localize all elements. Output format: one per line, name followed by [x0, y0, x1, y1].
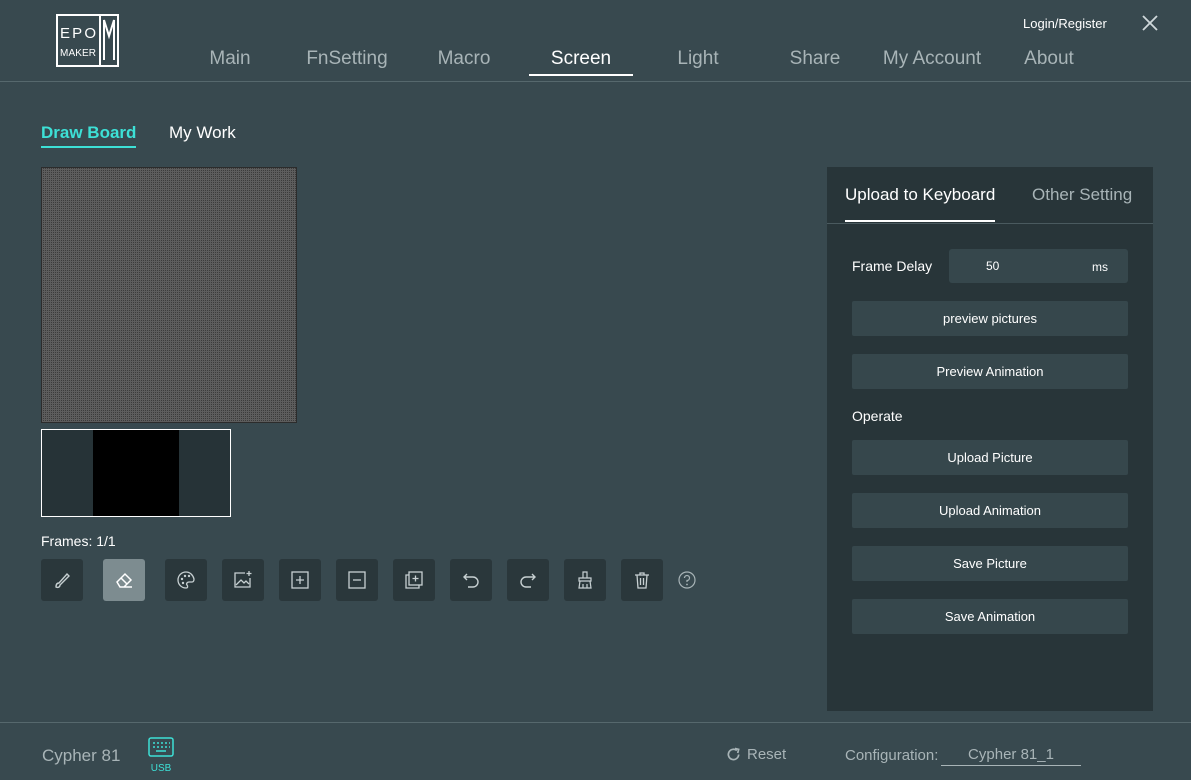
redo-icon	[520, 573, 536, 588]
import-image-button[interactable]	[222, 559, 264, 601]
save-animation-button[interactable]: Save Animation	[852, 599, 1128, 634]
image-add-icon	[234, 571, 252, 588]
reset-button[interactable]: Reset	[726, 746, 786, 763]
copy-frame-button[interactable]	[393, 559, 435, 601]
brush-icon	[55, 572, 70, 589]
preview-animation-button[interactable]: Preview Animation	[852, 354, 1128, 389]
clear-brush-icon	[578, 571, 592, 589]
palette-tool-button[interactable]	[165, 559, 207, 601]
configuration-selector[interactable]: Cypher 81_1	[941, 746, 1081, 766]
nav-tab-screen[interactable]: Screen	[529, 48, 633, 76]
upload-picture-button[interactable]: Upload Picture	[852, 440, 1128, 475]
usb-connection-indicator: USB	[148, 737, 174, 774]
add-frame-button[interactable]	[279, 559, 321, 601]
nav-tab-about[interactable]: About	[997, 48, 1101, 70]
close-icon[interactable]	[1139, 12, 1161, 34]
nav-tab-main[interactable]: Main	[178, 48, 282, 70]
nav-tab-light[interactable]: Light	[646, 48, 750, 70]
operate-label: Operate	[852, 408, 903, 424]
save-picture-button[interactable]: Save Picture	[852, 546, 1128, 581]
subtab-my-work[interactable]: My Work	[169, 123, 236, 143]
frame-delay-unit: ms	[1092, 260, 1108, 274]
usb-label: USB	[150, 763, 172, 774]
panel-divider	[827, 223, 1153, 224]
redo-button[interactable]	[507, 559, 549, 601]
eraser-tool-button[interactable]	[103, 559, 145, 601]
frame-delay-value: 50	[986, 259, 1000, 273]
undo-icon	[463, 573, 479, 588]
status-footer: Cypher 81 USB Reset Configuration: Cyphe…	[0, 722, 1191, 780]
undo-button[interactable]	[450, 559, 492, 601]
reset-label: Reset	[747, 746, 787, 763]
frames-counter: Frames: 1/1	[41, 533, 116, 549]
login-register-link[interactable]: Login/Register	[1023, 16, 1107, 31]
remove-frame-icon	[348, 571, 366, 589]
trash-icon	[635, 572, 649, 589]
main-nav: Main FnSetting Macro Screen Light Share …	[0, 48, 1191, 78]
help-icon[interactable]	[678, 571, 696, 589]
app-header: EPO MAKER Main FnSetting Macro Screen Li…	[0, 0, 1191, 82]
upload-settings-panel: Upload to Keyboard Other Setting Frame D…	[827, 167, 1153, 711]
nav-tab-macro[interactable]: Macro	[412, 48, 516, 70]
eraser-icon	[116, 572, 133, 588]
add-frame-icon	[291, 571, 309, 589]
brush-tool-button[interactable]	[41, 559, 83, 601]
svg-text:EPO: EPO	[60, 25, 96, 42]
preview-pictures-button[interactable]: preview pictures	[852, 301, 1128, 336]
upload-animation-button[interactable]: Upload Animation	[852, 493, 1128, 528]
nav-tab-my-account[interactable]: My Account	[880, 48, 984, 70]
frame-strip	[41, 429, 231, 517]
subtab-draw-board[interactable]: Draw Board	[41, 123, 137, 148]
refresh-icon	[727, 747, 740, 761]
frame-delay-input[interactable]: 50 ms	[949, 249, 1128, 283]
nav-tab-fnsetting[interactable]: FnSetting	[295, 48, 399, 70]
palette-icon	[177, 571, 195, 589]
frame-thumbnail[interactable]	[93, 430, 179, 516]
tab-other-setting[interactable]: Other Setting	[1032, 185, 1132, 205]
nav-tab-share[interactable]: Share	[763, 48, 867, 70]
device-name: Cypher 81	[42, 746, 121, 765]
configuration-label: Configuration:	[845, 747, 939, 764]
copy-frame-icon	[405, 571, 423, 589]
keyboard-icon	[148, 737, 174, 757]
pixel-draw-canvas[interactable]	[41, 167, 297, 423]
clear-canvas-button[interactable]	[564, 559, 606, 601]
frame-delay-label: Frame Delay	[852, 258, 933, 274]
tab-upload-to-keyboard[interactable]: Upload to Keyboard	[845, 185, 996, 222]
delete-button[interactable]	[621, 559, 663, 601]
remove-frame-button[interactable]	[336, 559, 378, 601]
